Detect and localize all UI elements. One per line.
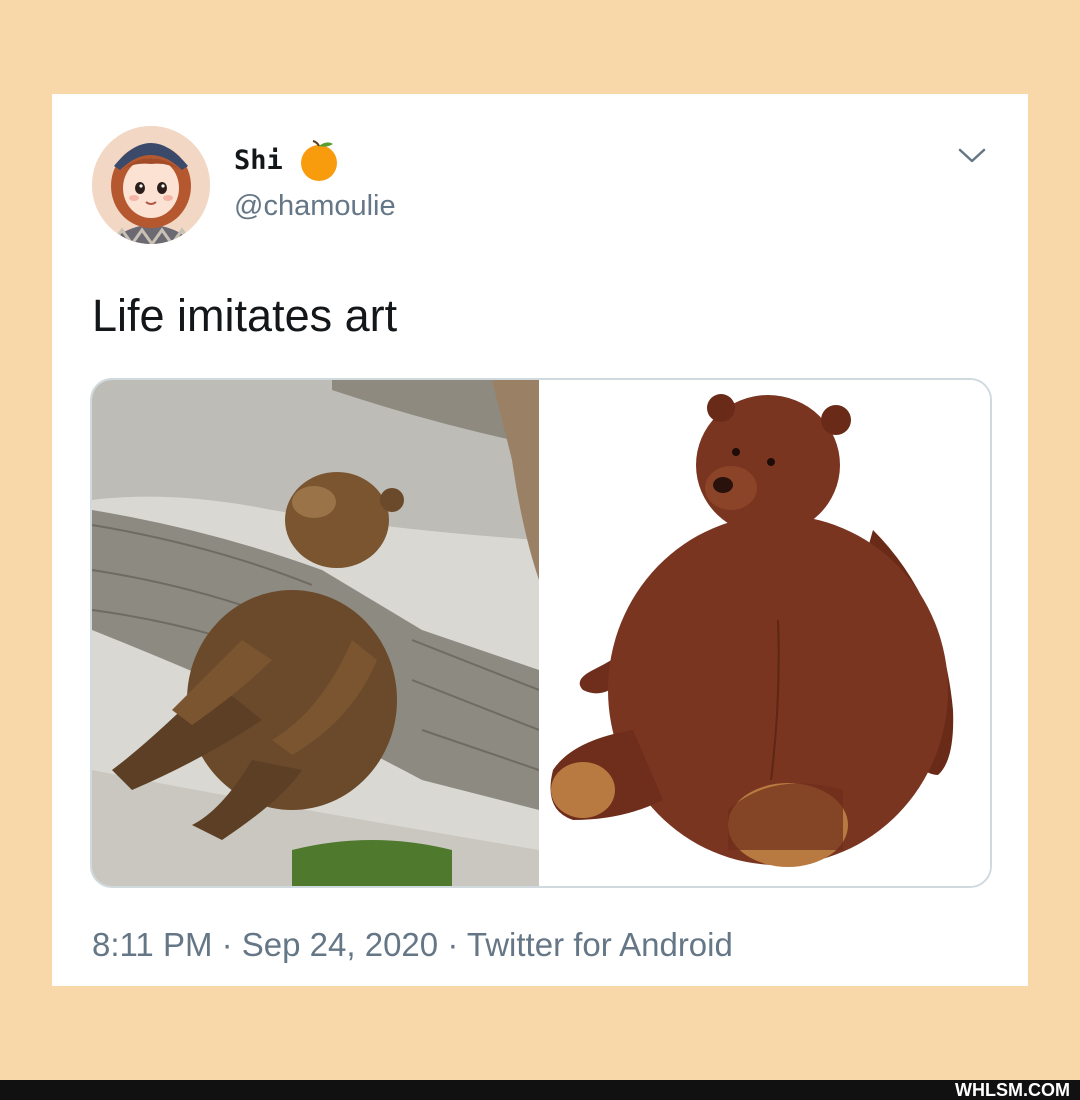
meta-separator: · — [447, 926, 459, 963]
orange-emoji-icon — [297, 138, 341, 182]
tweet-media[interactable] — [90, 378, 992, 888]
tweet-time[interactable]: 8:11 PM — [92, 926, 212, 963]
avatar[interactable] — [92, 126, 210, 244]
tweet-card: Shi @chamoulie Life imitates art 8:11 PM… — [52, 94, 1028, 986]
watermark: WHLSM.COM — [955, 1080, 1070, 1100]
meta-separator: · — [221, 926, 233, 963]
author-name-row[interactable]: Shi — [234, 138, 341, 182]
display-name[interactable]: Shi — [234, 145, 283, 176]
brown-bear-photo[interactable] — [92, 380, 540, 886]
tweet-date[interactable]: Sep 24, 2020 — [242, 926, 438, 963]
teddy-bear-photo[interactable] — [543, 380, 990, 886]
user-handle[interactable]: @chamoulie — [234, 190, 396, 223]
tweet-meta: 8:11 PM · Sep 24, 2020 · Twitter for And… — [92, 926, 733, 964]
chevron-down-icon[interactable] — [956, 142, 988, 168]
tweet-text: Life imitates art — [92, 290, 398, 341]
footer-bar: WHLSM.COM — [0, 1080, 1080, 1100]
tweet-source[interactable]: Twitter for Android — [467, 926, 733, 963]
